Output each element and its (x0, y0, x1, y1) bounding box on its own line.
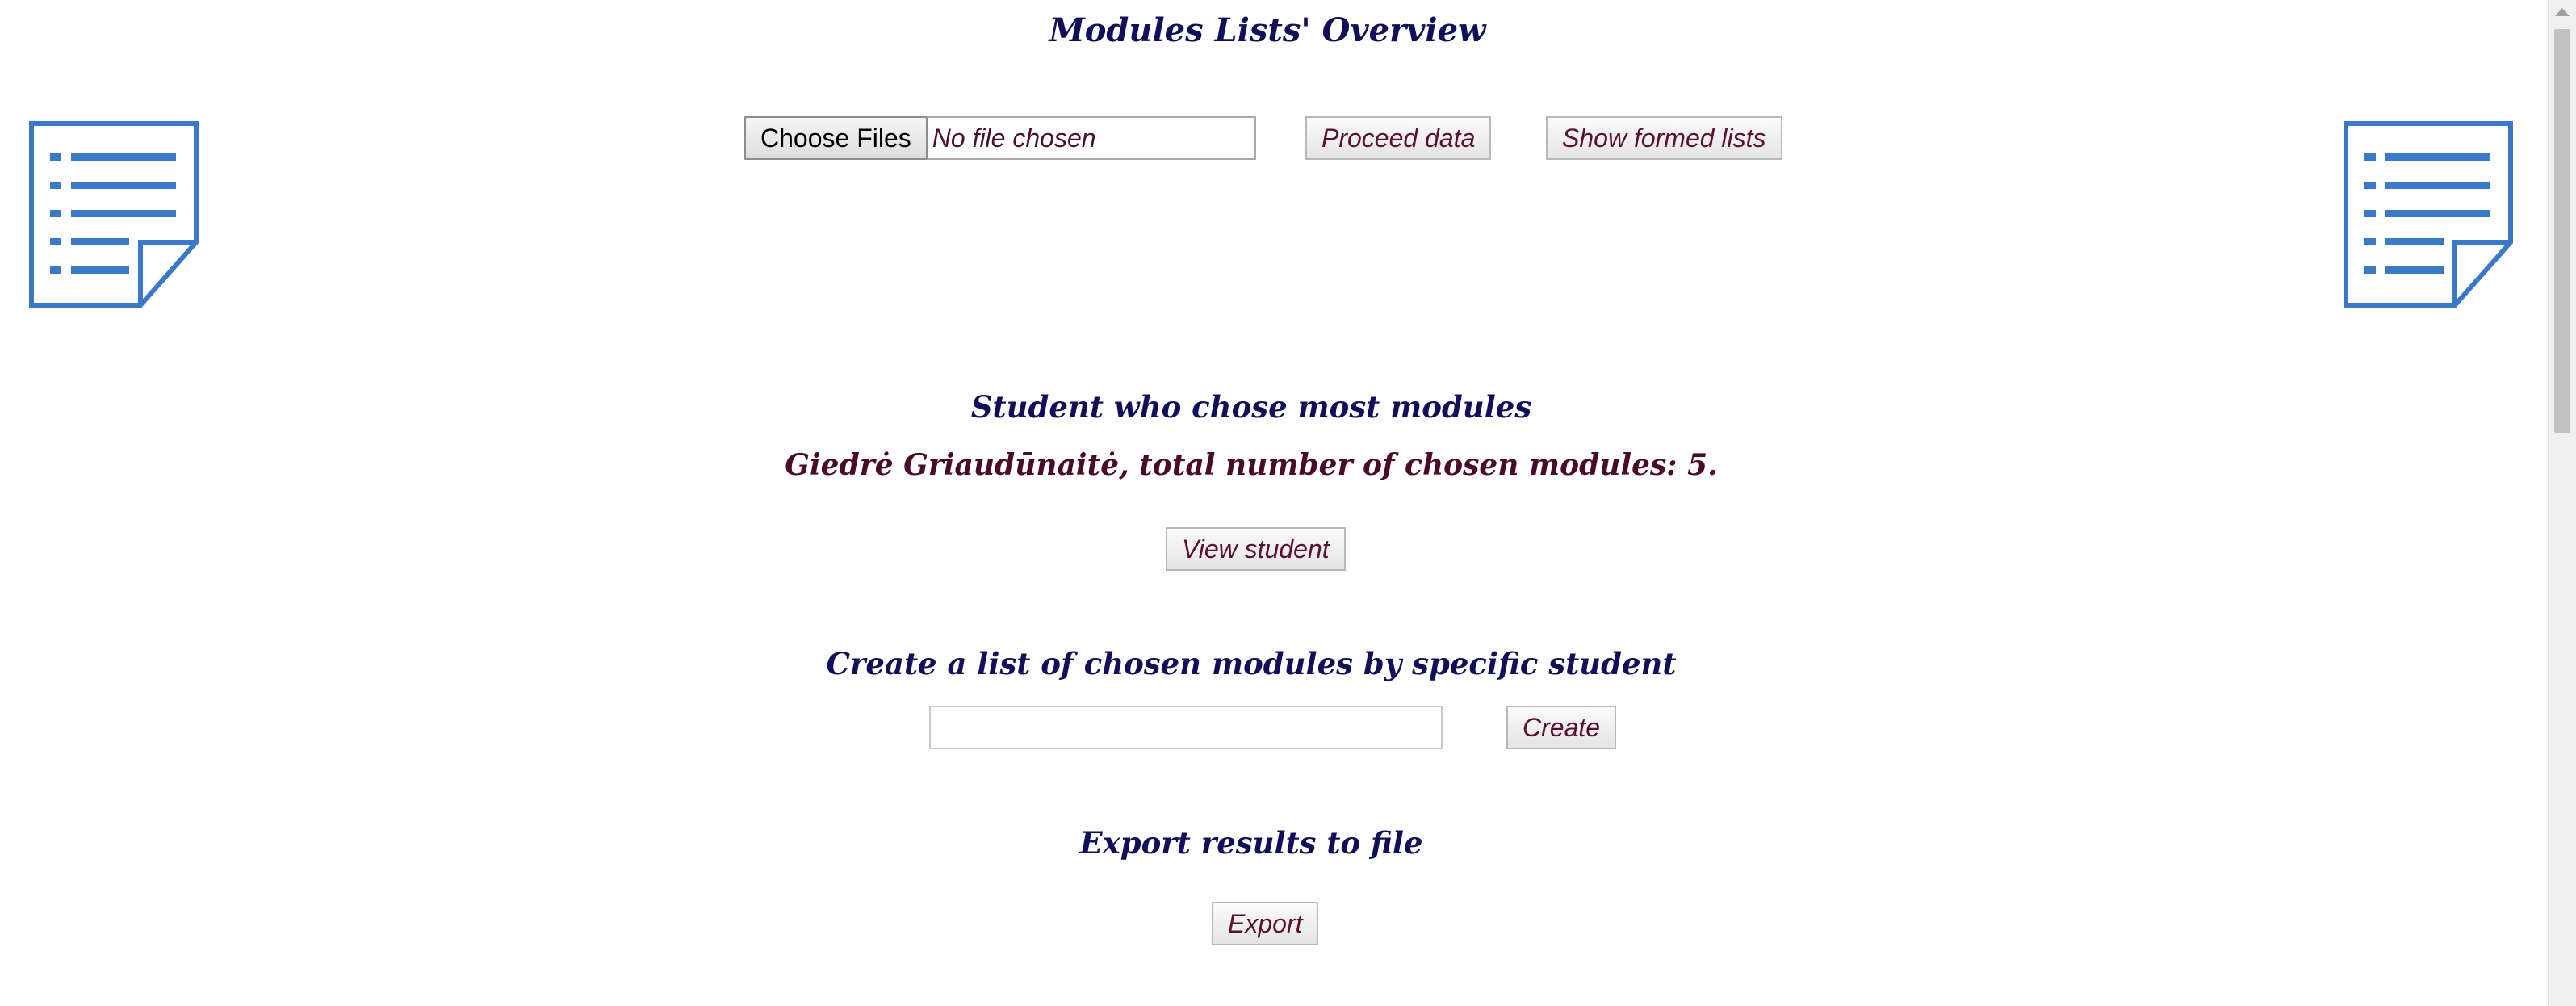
proceed-data-button[interactable]: Proceed data (1305, 116, 1492, 160)
vertical-scrollbar[interactable] (2548, 0, 2576, 1006)
choose-files-button[interactable]: Choose Files (744, 116, 928, 160)
page-title: Modules Lists' Overview (1049, 11, 1486, 49)
scrollbar-thumb[interactable] (2554, 29, 2570, 433)
show-formed-lists-button[interactable]: Show formed lists (1546, 116, 1782, 160)
create-button[interactable]: Create (1506, 706, 1617, 749)
export-heading: Export results to file (1079, 825, 1423, 861)
create-list-heading: Create a list of chosen modules by speci… (826, 646, 1677, 681)
scroll-up-icon[interactable] (2555, 8, 2570, 16)
page: Modules Lists' Overview Choose Files No … (0, 0, 2576, 1006)
document-list-icon (2344, 121, 2513, 308)
file-input[interactable]: Choose Files No file chosen (744, 116, 1256, 160)
export-button[interactable]: Export (1212, 902, 1319, 945)
top-student-result: Giedrė Griaudūnaitė, total number of cho… (785, 448, 1718, 482)
view-student-button[interactable]: View student (1166, 527, 1346, 571)
student-name-input[interactable] (929, 706, 1443, 749)
top-student-heading: Student who chose most modules (970, 389, 1532, 425)
document-list-icon (29, 121, 199, 308)
file-status-text: No file chosen (932, 123, 1096, 153)
